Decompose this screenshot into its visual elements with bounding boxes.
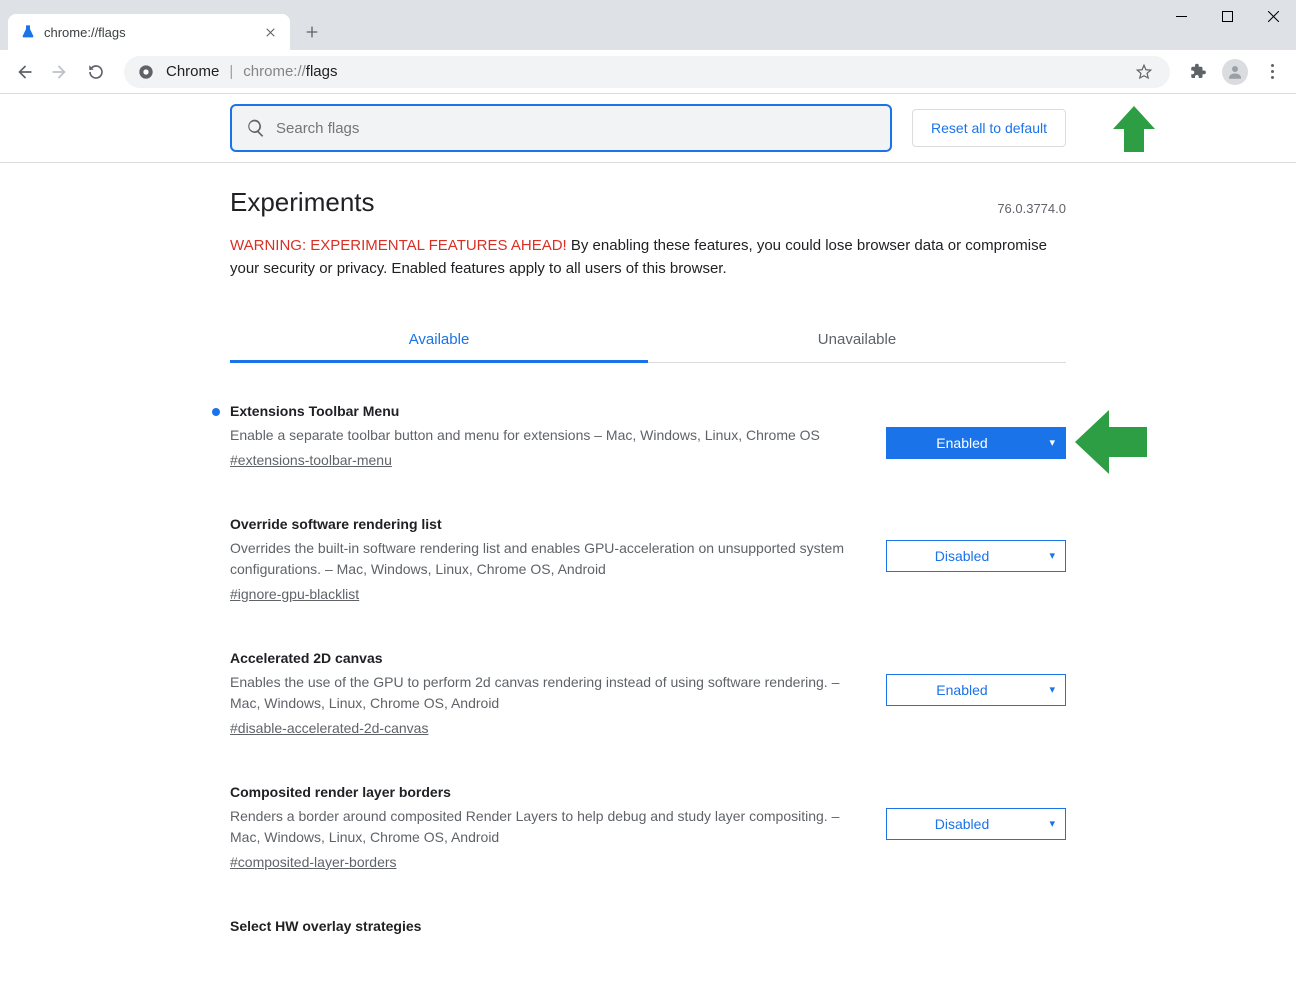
flag-dropdown[interactable]: Disabled <box>886 808 1066 840</box>
search-icon <box>246 118 266 138</box>
omnibox-text: Chrome | chrome://flags <box>166 63 1132 80</box>
flag-row: Extensions Toolbar Menu Enable a separat… <box>230 403 1066 470</box>
flag-description: Renders a border around composited Rende… <box>230 806 856 848</box>
window-controls <box>1158 0 1296 32</box>
flags-header: Reset all to default <box>0 94 1296 163</box>
maximize-button[interactable] <box>1204 0 1250 32</box>
flag-dropdown[interactable]: Disabled <box>886 540 1066 572</box>
flag-row: Composited render layer borders Renders … <box>230 784 1066 872</box>
flag-title: Override software rendering list <box>230 516 856 532</box>
annotation-arrow-up <box>1113 106 1155 157</box>
flag-description: Enable a separate toolbar button and men… <box>230 425 856 446</box>
flags-main: Experiments 76.0.3774.0 WARNING: EXPERIM… <box>230 163 1066 998</box>
warning-text: WARNING: EXPERIMENTAL FEATURES AHEAD! By… <box>230 234 1066 281</box>
flag-description: Enables the use of the GPU to perform 2d… <box>230 672 856 714</box>
page-title: Experiments <box>230 187 1066 218</box>
flag-title: Composited render layer borders <box>230 784 856 800</box>
flags-tabrow: Available Unavailable <box>230 317 1066 363</box>
flag-row: Accelerated 2D canvas Enables the use of… <box>230 650 1066 738</box>
browser-tab[interactable]: chrome://flags <box>8 14 290 50</box>
reload-button[interactable] <box>80 56 112 88</box>
tab-available[interactable]: Available <box>230 317 648 362</box>
profile-avatar-icon[interactable] <box>1222 59 1248 85</box>
flag-description: Overrides the built-in software renderin… <box>230 538 856 580</box>
minimize-button[interactable] <box>1158 0 1204 32</box>
flag-permalink[interactable]: #extensions-toolbar-menu <box>230 452 392 468</box>
flask-icon <box>20 24 36 40</box>
flag-dropdown[interactable]: Enabled <box>886 674 1066 706</box>
flag-permalink[interactable]: #ignore-gpu-blacklist <box>230 586 359 602</box>
forward-button[interactable] <box>44 56 76 88</box>
window-titlebar: chrome://flags <box>0 0 1296 50</box>
reset-all-button[interactable]: Reset all to default <box>912 109 1066 147</box>
search-flags-box[interactable] <box>230 104 892 152</box>
bookmark-star-icon[interactable] <box>1132 60 1156 84</box>
chrome-menu-button[interactable] <box>1256 56 1288 88</box>
new-tab-button[interactable] <box>298 18 326 46</box>
flag-dropdown[interactable]: Enabled <box>886 427 1066 459</box>
close-window-button[interactable] <box>1250 0 1296 32</box>
flag-list: Extensions Toolbar Menu Enable a separat… <box>230 403 1066 940</box>
chrome-version: 76.0.3774.0 <box>997 201 1066 216</box>
flag-permalink[interactable]: #composited-layer-borders <box>230 854 397 870</box>
flag-row: Select HW overlay strategies <box>230 918 1066 940</box>
modified-dot-icon <box>212 408 220 416</box>
search-flags-input[interactable] <box>276 120 876 137</box>
flag-title: Select HW overlay strategies <box>230 918 1066 934</box>
tab-title: chrome://flags <box>44 25 262 40</box>
extensions-icon[interactable] <box>1182 56 1214 88</box>
close-tab-icon[interactable] <box>262 24 278 40</box>
browser-toolbar: Chrome | chrome://flags <box>0 50 1296 94</box>
address-bar[interactable]: Chrome | chrome://flags <box>124 56 1170 88</box>
flag-row: Override software rendering list Overrid… <box>230 516 1066 604</box>
page-viewport[interactable]: Reset all to default Experiments 76.0.37… <box>0 94 1296 998</box>
tab-unavailable[interactable]: Unavailable <box>648 317 1066 362</box>
chrome-icon <box>138 64 154 80</box>
flag-title: Extensions Toolbar Menu <box>230 403 856 419</box>
flag-title: Accelerated 2D canvas <box>230 650 856 666</box>
flag-permalink[interactable]: #disable-accelerated-2d-canvas <box>230 720 428 736</box>
annotation-arrow-left <box>1075 410 1147 479</box>
back-button[interactable] <box>8 56 40 88</box>
